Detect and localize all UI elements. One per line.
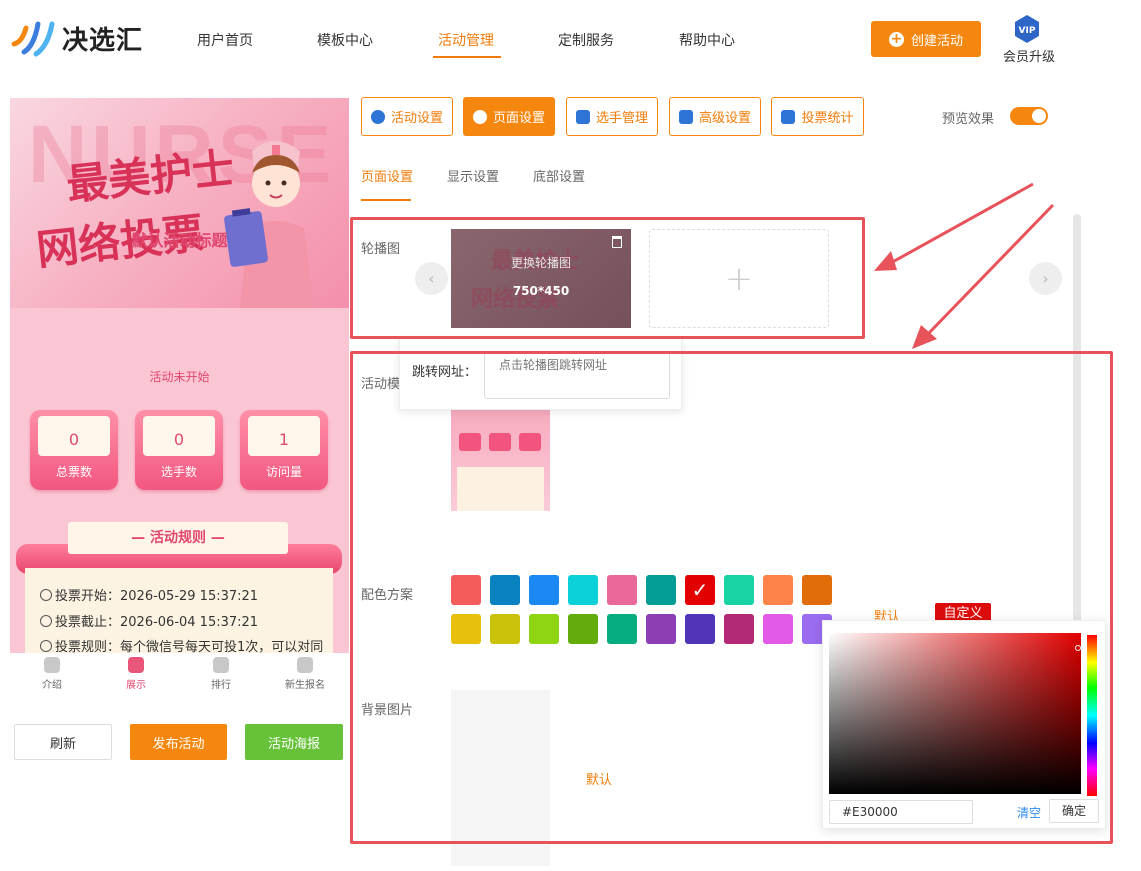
carousel-next-button[interactable]: › <box>1029 262 1062 295</box>
tab-contestant-management-label: 选手管理 <box>595 111 648 126</box>
tabbar-intro[interactable]: 介绍 <box>22 657 82 691</box>
subtab-active-underline <box>361 199 411 201</box>
tag-icon <box>297 657 313 673</box>
stat-value: 0 <box>143 416 215 456</box>
tab-page-settings-label: 页面设置 <box>492 111 545 126</box>
refresh-button[interactable]: 刷新 <box>14 724 112 760</box>
star-icon <box>370 109 385 124</box>
vip-upgrade-label[interactable]: 会员升级 <box>1003 46 1055 65</box>
tabbar-ranking[interactable]: 排行 <box>191 657 251 691</box>
nav-home[interactable]: 用户首页 <box>197 30 253 50</box>
showcase-icon <box>128 657 144 673</box>
clock-icon <box>40 615 52 627</box>
vip-badge-text: VIP <box>1019 26 1036 36</box>
stat-card-visits: 1 访问量 <box>240 410 328 490</box>
info-icon <box>40 640 52 652</box>
arrowhead-icon <box>874 251 897 271</box>
settings-list-icon <box>678 109 693 124</box>
bar-chart-icon <box>781 109 796 124</box>
arrowhead-icon <box>912 325 937 349</box>
tabbar-showcase[interactable]: 展示 <box>106 657 166 691</box>
publish-button[interactable]: 发布活动 <box>130 724 227 760</box>
brand-name: 决选汇 <box>62 25 144 56</box>
create-activity-button[interactable]: + 创建活动 <box>871 21 981 57</box>
logo-icon <box>11 21 55 57</box>
clock-icon <box>40 589 52 601</box>
tab-vote-statistics[interactable]: 投票统计 <box>771 97 864 136</box>
stat-label: 选手数 <box>160 465 197 479</box>
tab-activity-settings[interactable]: 活动设置 <box>361 97 453 136</box>
nav-custom-service[interactable]: 定制服务 <box>558 30 614 50</box>
poster-button[interactable]: 活动海报 <box>245 724 343 760</box>
rule-end-text: 投票截止：2026-06-04 15:37:21 <box>55 615 259 630</box>
users-icon <box>575 109 590 124</box>
nurse-illustration <box>224 141 314 308</box>
annotation-arrow <box>888 182 1034 266</box>
tab-page-settings[interactable]: 页面设置 <box>463 97 555 136</box>
subtab-footer-settings[interactable]: 底部设置 <box>533 166 585 185</box>
brand-logo[interactable]: 决选汇 <box>10 18 143 58</box>
nav-help[interactable]: 帮助中心 <box>679 30 735 50</box>
tab-advanced-settings[interactable]: 高级设置 <box>669 97 761 136</box>
activity-title: 默认活动标题 <box>131 231 228 250</box>
stat-card-contestants: 0 选手数 <box>135 410 223 490</box>
preview-effect-label: 预览效果 <box>942 112 995 127</box>
tab-vote-statistics-label: 投票统计 <box>801 111 854 126</box>
chevron-right-icon: › <box>1042 269 1049 288</box>
tab-advanced-settings-label: 高级设置 <box>698 111 751 126</box>
rule-vote-text: 投票规则：每个微信号每天可投1次，可以对同 <box>55 640 324 653</box>
activity-status: 活动未开始 <box>149 370 210 384</box>
nav-activity-management[interactable]: 活动管理 <box>438 30 494 50</box>
stat-label: 总票数 <box>55 465 92 479</box>
preview-banner: NURSE 最美护士 网络投票 <box>10 98 349 308</box>
annotation-box-carousel <box>350 217 865 339</box>
rule-end: 投票截止：2026-06-04 15:37:21 <box>40 611 258 630</box>
subtab-page-settings[interactable]: 页面设置 <box>361 166 413 185</box>
rule-vote: 投票规则：每个微信号每天可投1次，可以对同 <box>40 636 323 653</box>
tabbar-ranking-label: 排行 <box>211 680 231 691</box>
tab-contestant-management[interactable]: 选手管理 <box>566 97 658 136</box>
tabbar-signup-label: 新生报名 <box>285 680 325 691</box>
rules-title: — 活动规则 — <box>68 522 288 554</box>
nav-active-underline <box>433 56 501 58</box>
heart-icon <box>213 657 229 673</box>
tab-activity-settings-label: 活动设置 <box>390 111 443 126</box>
stat-value: 1 <box>248 416 320 456</box>
gear-icon <box>472 109 487 124</box>
person-icon <box>44 657 60 673</box>
create-activity-label: 创建活动 <box>910 33 963 49</box>
nav-templates[interactable]: 模板中心 <box>317 30 373 50</box>
tabbar-showcase-label: 展示 <box>126 680 146 691</box>
preview-effect-toggle[interactable] <box>1010 107 1048 125</box>
stat-card-total-votes: 0 总票数 <box>30 410 118 490</box>
subtab-display-settings[interactable]: 显示设置 <box>447 166 499 185</box>
annotation-box-settings <box>350 351 1113 844</box>
stat-value: 0 <box>38 416 110 456</box>
plus-icon: + <box>888 30 904 47</box>
tabbar-signup[interactable]: 新生报名 <box>275 657 335 691</box>
stat-label: 访问量 <box>265 465 302 479</box>
rule-start-text: 投票开始：2026-05-29 15:37:21 <box>55 589 259 604</box>
tabbar-intro-label: 介绍 <box>42 680 62 691</box>
vip-badge-icon[interactable]: VIP <box>1012 14 1042 44</box>
rule-start: 投票开始：2026-05-29 15:37:21 <box>40 585 258 604</box>
